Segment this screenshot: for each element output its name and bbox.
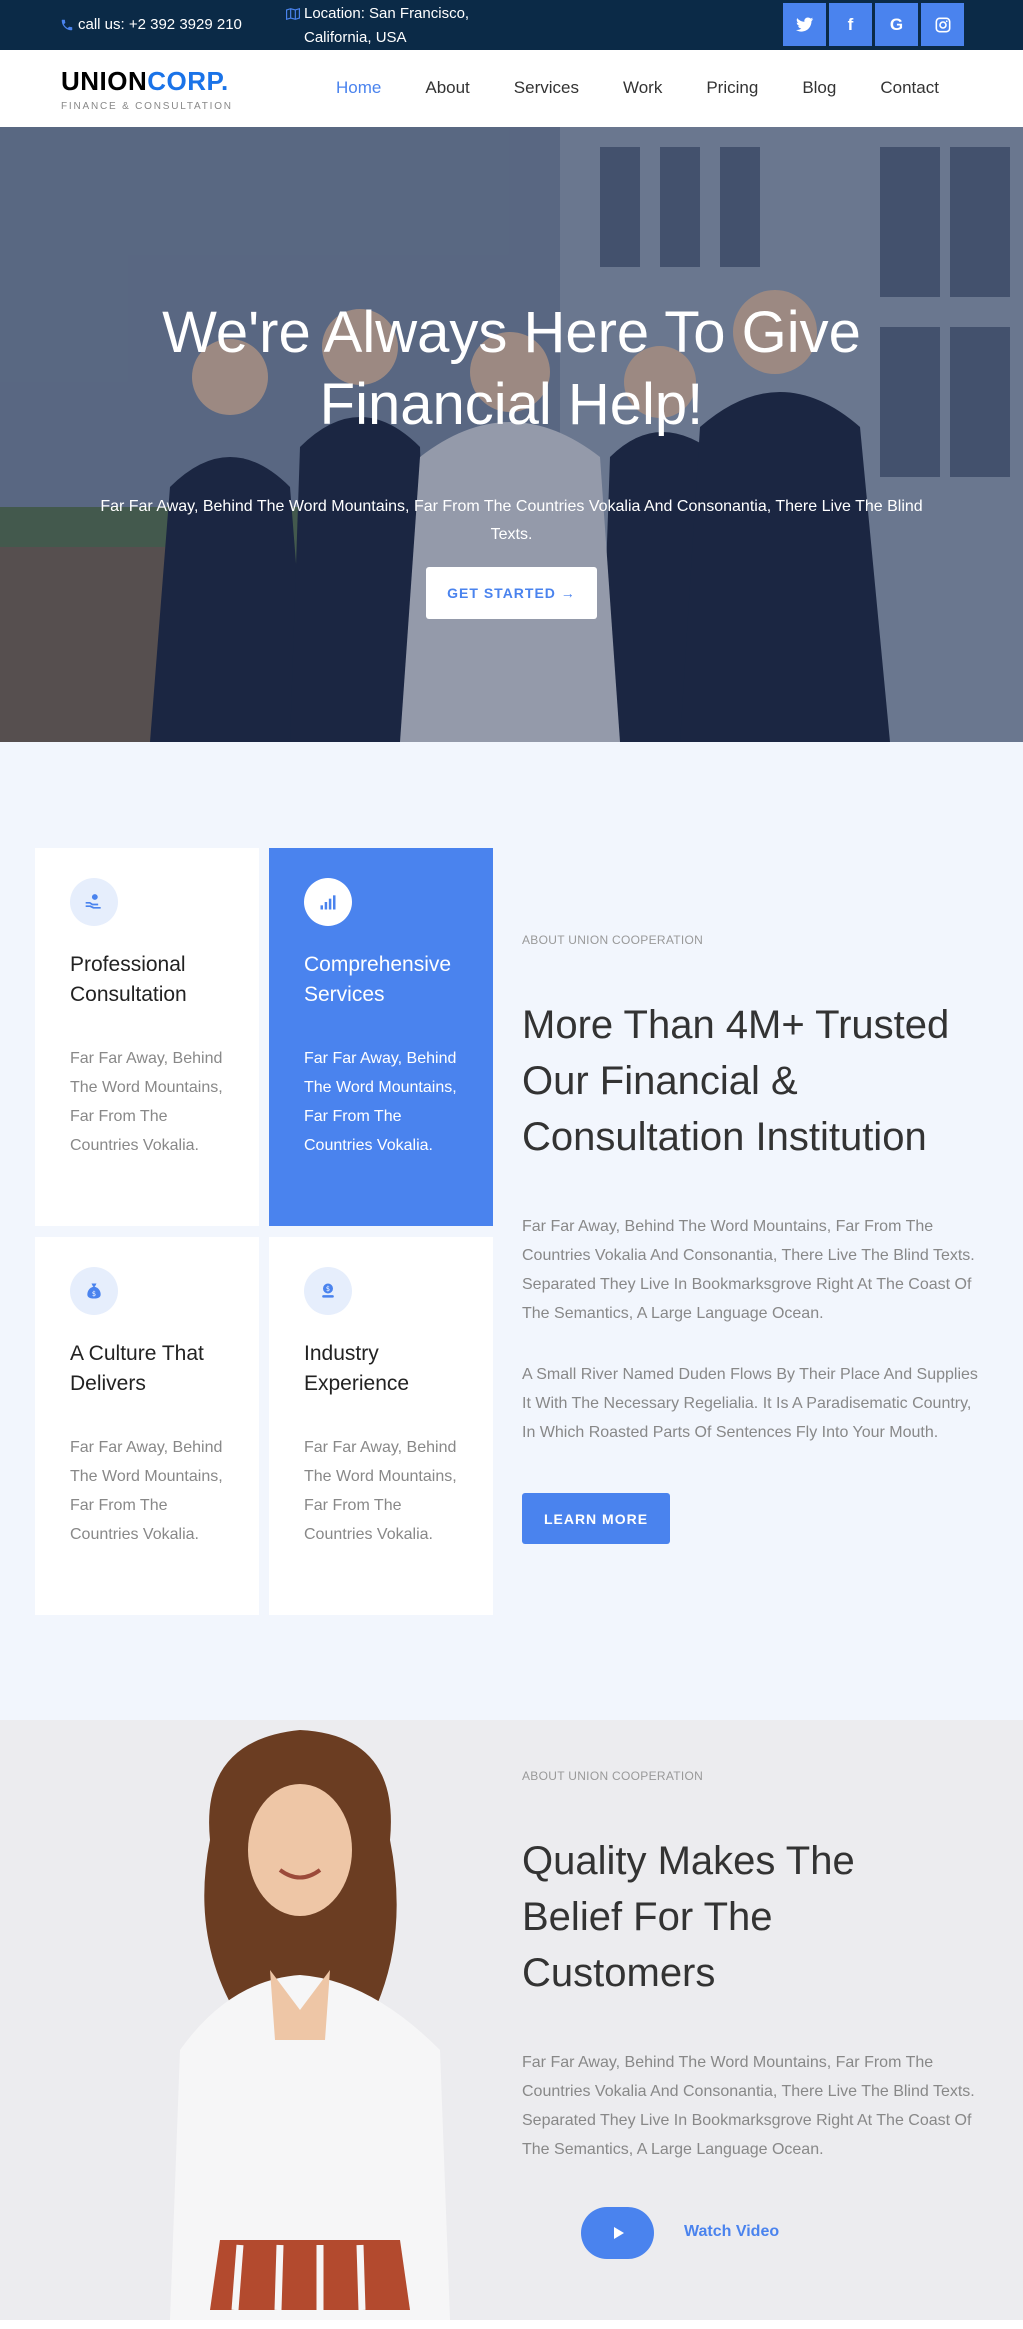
brand-name-part2: CORP. xyxy=(147,66,229,96)
feature-text: Far Far Away, Behind The Word Mountains,… xyxy=(70,1439,223,1543)
feature-card-professional-consultation[interactable]: Professional Consultation Far Far Away, … xyxy=(35,848,259,1226)
hand-coin-icon xyxy=(70,878,118,926)
hero-subtitle: Far Far Away, Behind The Word Mountains,… xyxy=(100,498,923,543)
bar-chart-icon xyxy=(304,878,352,926)
feature-card-culture-that-delivers[interactable]: $ A Culture That Delivers Far Far Away, … xyxy=(35,1237,259,1615)
nav-item-blog[interactable]: Blog xyxy=(802,78,836,98)
feature-title: A Culture That Delivers xyxy=(70,1342,204,1395)
quality-eyebrow: ABOUT UNION COOPERATION xyxy=(522,1769,704,1783)
svg-text:$: $ xyxy=(92,1290,96,1298)
feature-title: Comprehensive Services xyxy=(304,953,452,1006)
feature-text: Far Far Away, Behind The Word Mountains,… xyxy=(304,1439,457,1543)
nav-item-work[interactable]: Work xyxy=(623,78,662,98)
money-bag-icon: $ xyxy=(70,1267,118,1315)
call-text: call us: +2 392 3929 210 xyxy=(78,16,242,33)
about-paragraph-2: A Small River Named Duden Flows By Their… xyxy=(522,1366,978,1441)
hero-section: We're Always Here To Give Financial Help… xyxy=(0,127,1023,742)
quality-section xyxy=(0,1720,1023,2320)
play-icon xyxy=(613,2227,624,2239)
watch-video-link[interactable]: Watch Video xyxy=(684,2223,779,2241)
nav-menu: Home About Services Work Pricing Blog Co… xyxy=(336,78,983,98)
learn-more-button[interactable]: LEARN MORE xyxy=(522,1493,670,1544)
nav-item-contact[interactable]: Contact xyxy=(880,78,939,98)
top-bar: call us: +2 392 3929 210 Location: San F… xyxy=(0,0,1023,50)
twitter-icon[interactable] xyxy=(783,3,826,46)
quality-heading: Quality Makes The Belief For The Custome… xyxy=(522,1839,855,1995)
feature-card-comprehensive-services[interactable]: Comprehensive Services Far Far Away, Beh… xyxy=(269,848,493,1226)
nav-item-services[interactable]: Services xyxy=(514,78,579,98)
quality-paragraph: Far Far Away, Behind The Word Mountains,… xyxy=(522,2054,975,2158)
location-text: Location: San Francisco, California, USA xyxy=(304,5,470,46)
feature-title: Industry Experience xyxy=(304,1342,410,1395)
brand-tagline: FINANCE & CONSULTATION xyxy=(61,101,233,112)
google-icon[interactable]: G xyxy=(875,3,918,46)
nav-item-about[interactable]: About xyxy=(425,78,469,98)
about-eyebrow: ABOUT UNION COOPERATION xyxy=(522,933,704,947)
woman-portrait-image xyxy=(170,1730,450,2320)
nav-item-home[interactable]: Home xyxy=(336,78,381,98)
instagram-icon[interactable] xyxy=(921,3,964,46)
coin-stack-icon: $ xyxy=(304,1267,352,1315)
location-info: Location: San Francisco, California, USA xyxy=(286,2,516,50)
svg-text:$: $ xyxy=(326,1285,330,1293)
main-navbar: UNIONCORP. FINANCE & CONSULTATION Home A… xyxy=(0,50,1023,127)
feature-card-industry-experience[interactable]: $ Industry Experience Far Far Away, Behi… xyxy=(269,1237,493,1615)
phone-icon xyxy=(61,19,73,30)
feature-title: Professional Consultation xyxy=(70,953,187,1006)
map-icon xyxy=(286,8,300,20)
social-links: f G xyxy=(783,3,964,46)
play-video-button[interactable] xyxy=(581,2207,654,2259)
feature-text: Far Far Away, Behind The Word Mountains,… xyxy=(70,1050,223,1154)
brand-logo[interactable]: UNIONCORP. FINANCE & CONSULTATION xyxy=(61,66,233,112)
call-info[interactable]: call us: +2 392 3929 210 xyxy=(60,16,242,33)
feature-text: Far Far Away, Behind The Word Mountains,… xyxy=(304,1050,457,1154)
facebook-icon[interactable]: f xyxy=(829,3,872,46)
get-started-button[interactable]: GET STARTED → xyxy=(426,567,597,619)
hero-title: We're Always Here To Give Financial Help… xyxy=(162,300,861,437)
nav-item-pricing[interactable]: Pricing xyxy=(706,78,758,98)
about-paragraph-1: Far Far Away, Behind The Word Mountains,… xyxy=(522,1218,975,1322)
about-heading: More Than 4M+ Trusted Our Financial & Co… xyxy=(522,1003,950,1159)
brand-name-part1: UNION xyxy=(61,66,148,96)
